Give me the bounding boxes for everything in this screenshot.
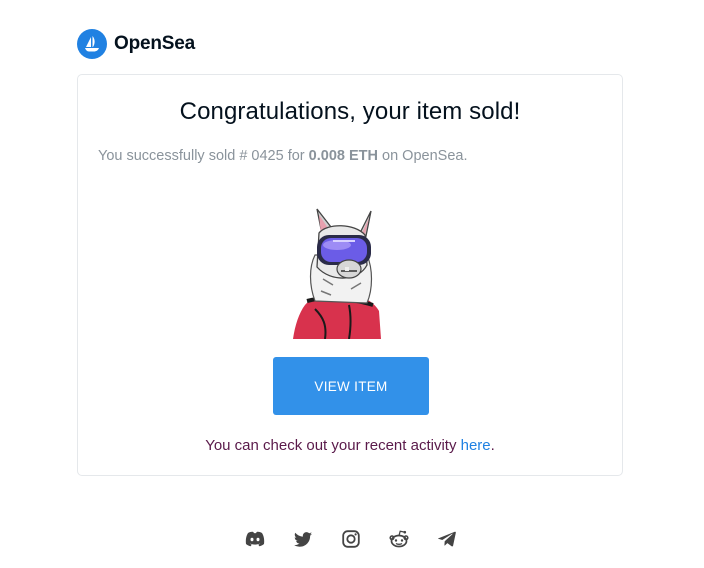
nft-image[interactable]: [293, 205, 383, 340]
opensea-logo-icon: [77, 29, 107, 59]
recent-activity-text: You can check out your recent activity h…: [78, 437, 622, 454]
recent-activity-link[interactable]: here: [461, 437, 491, 454]
activity-prefix: You can check out your recent activity: [205, 437, 461, 454]
social-links: [244, 528, 458, 550]
page-title: Congratulations, your item sold!: [179, 98, 521, 125]
discord-icon[interactable]: [244, 528, 266, 550]
summary-suffix: on OpenSea.: [377, 148, 468, 164]
view-item-button[interactable]: VIEW ITEM: [273, 357, 429, 415]
sale-notification-card: Congratulations, your item sold! You suc…: [77, 74, 623, 476]
reddit-icon[interactable]: [388, 528, 410, 550]
sale-summary: You successfully sold # 0425 for 0.008 E…: [98, 148, 467, 164]
sale-price: 0.008 ETH: [308, 148, 378, 164]
summary-prefix: You successfully sold # 0425 for: [98, 148, 309, 164]
activity-suffix: .: [490, 437, 495, 454]
instagram-icon[interactable]: [340, 528, 362, 550]
twitter-icon[interactable]: [292, 528, 314, 550]
brand-header[interactable]: OpenSea: [77, 28, 195, 60]
brand-name: OpenSea: [114, 33, 195, 54]
telegram-icon[interactable]: [436, 528, 458, 550]
